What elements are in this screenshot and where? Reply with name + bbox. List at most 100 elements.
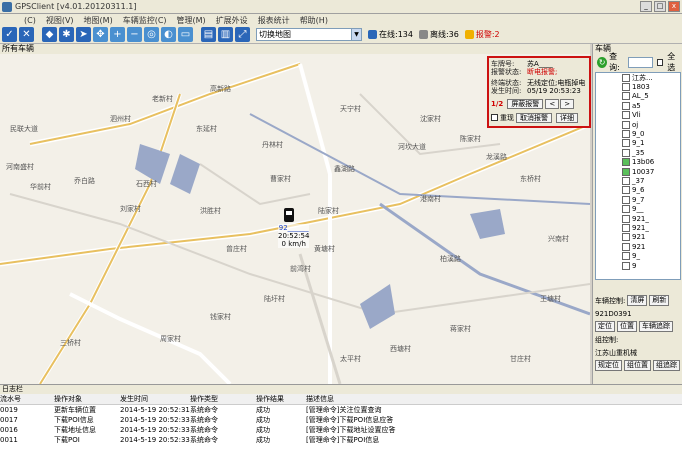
- minimize-button[interactable]: _: [640, 1, 652, 12]
- toolbar: ✓ ✕ ◆ ✱ ➤ ✥ + − ◎ ◐ ▭ ▤ ▥ ⤢ 切换地图 ▼ 在线:13…: [0, 26, 682, 44]
- map-label: 陆圩村: [264, 295, 285, 303]
- vehicle-tree-item[interactable]: 921: [596, 242, 680, 251]
- mask-alarm-button[interactable]: 屏蔽报警: [507, 98, 544, 109]
- log-cell: [管理命令]下载POI信息: [306, 436, 380, 444]
- map-label: 东桥村: [520, 175, 541, 183]
- refresh-button[interactable]: 刷新: [649, 295, 670, 306]
- select-all-label: 全选: [667, 52, 676, 72]
- vehicle-tree-item[interactable]: 1803: [596, 82, 680, 92]
- vehicle-icon: [622, 261, 630, 270]
- move-icon[interactable]: ✥: [93, 27, 108, 42]
- vehicle-tree-item[interactable]: 江苏...: [596, 73, 680, 82]
- vehicle-tree-item[interactable]: 9_7: [596, 195, 680, 204]
- pointer-icon[interactable]: ➤: [76, 27, 91, 42]
- map-switch-select[interactable]: 切换地图 ▼: [256, 28, 362, 41]
- next-alarm-button[interactable]: >: [560, 98, 575, 109]
- vehicle-tree-item[interactable]: 921_: [596, 214, 680, 223]
- query-input[interactable]: [628, 56, 653, 68]
- map-label: 华前村: [30, 183, 51, 191]
- group-position-button[interactable]: 组位置: [624, 360, 651, 371]
- query-label: 查询:: [609, 52, 620, 72]
- offline-count[interactable]: 离线:36: [418, 29, 459, 40]
- vehicle-marker-icon[interactable]: [284, 208, 294, 222]
- vehicle-tree-item[interactable]: AL_5: [596, 92, 680, 101]
- refresh-icon[interactable]: ↻: [597, 56, 608, 68]
- offline-icon: [418, 30, 428, 39]
- map-label: 高新路: [210, 85, 231, 93]
- cancel-alarm-button[interactable]: 取消报警: [516, 112, 552, 123]
- vehicle-tree-item[interactable]: 10037: [596, 167, 680, 176]
- vehicle-tree[interactable]: 江苏... 1803 AL_5 a5 Vli oj 9_0 9_1 _35 13b06 10037 _…: [595, 72, 681, 280]
- connect-icon[interactable]: ✓: [2, 27, 17, 42]
- vehicle-icon: [622, 158, 630, 167]
- vehicle-tree-item[interactable]: _35: [596, 148, 680, 157]
- prev-alarm-button[interactable]: <: [545, 98, 560, 109]
- search-icon[interactable]: ◎: [144, 27, 159, 42]
- log-cell: 成功: [256, 436, 270, 444]
- printer-icon[interactable]: ▥: [218, 27, 233, 42]
- map-label: 鑫湖路: [334, 165, 355, 173]
- alarm-count[interactable]: 报警:2: [464, 29, 500, 40]
- globe-icon[interactable]: ◐: [161, 27, 176, 42]
- menu-help[interactable]: 帮助(H): [300, 15, 328, 26]
- plate-label: 车牌号:: [491, 60, 515, 68]
- log-cell: 成功: [256, 416, 270, 424]
- group-track-button[interactable]: 组追踪: [653, 360, 680, 371]
- vehicle-tree-item[interactable]: a5: [596, 101, 680, 110]
- shield-icon[interactable]: ◆: [42, 27, 57, 42]
- menu-map[interactable]: 地图(M): [84, 15, 113, 26]
- alarm-status-value: 断电报警;: [527, 68, 558, 76]
- vehicle-icon: [622, 167, 630, 176]
- map-label: 港南村: [420, 195, 441, 203]
- vehicle-tree-item[interactable]: 921_: [596, 223, 680, 232]
- measure-icon[interactable]: ▭: [178, 27, 193, 42]
- menu-manage[interactable]: 管理(M): [177, 15, 206, 26]
- log-panel: 日志栏 流水号 操作对象 发生时间 操作类型 操作结果 描述信息 0019 更新车…: [0, 384, 682, 455]
- vehicle-control-panel: 车辆控制: 清屏 刷新 921D0391 定位 位置 车辆追踪 组控制: 江苏山…: [595, 294, 682, 372]
- menu-reports[interactable]: 报表统计: [258, 15, 290, 26]
- bus-icon[interactable]: ▤: [201, 27, 216, 42]
- repeat-checkbox[interactable]: [491, 114, 498, 121]
- group-locate-button[interactable]: 规定位: [595, 360, 622, 371]
- vehicle-icon: [622, 148, 630, 157]
- map-tab[interactable]: 所有车辆: [0, 44, 590, 54]
- detail-button[interactable]: 详细: [556, 112, 578, 123]
- vehicle-tree-item[interactable]: oj: [596, 120, 680, 129]
- locate-button[interactable]: 定位: [595, 321, 615, 332]
- log-row[interactable]: 0011 下载POI 2014-5-19 20:52:33 系统命令 成功 [管理命令]下…: [0, 435, 682, 445]
- gear-icon[interactable]: ✱: [59, 27, 74, 42]
- vehicle-tree-item[interactable]: 9_: [596, 251, 680, 261]
- zoom-in-icon[interactable]: +: [110, 27, 125, 42]
- vehicle-icon: [622, 214, 630, 223]
- select-all-checkbox[interactable]: [656, 58, 664, 66]
- close-button[interactable]: x: [668, 1, 680, 12]
- online-count[interactable]: 在线:134: [368, 29, 413, 40]
- log-row[interactable]: 0017 下载POI信息 2014-5-19 20:52:33 系统命令 成功 [管理命令…: [0, 415, 682, 425]
- vehicle-tree-item[interactable]: 13b06: [596, 158, 680, 167]
- clear-screen-button[interactable]: 清屏: [627, 295, 648, 306]
- vehicle-tree-item[interactable]: 9_6: [596, 186, 680, 195]
- log-header: 操作结果: [256, 394, 306, 405]
- position-button[interactable]: 位置: [617, 321, 637, 332]
- log-row[interactable]: 0016 下载地址信息 2014-5-19 20:52:33 系统命令 成功 [管理命令]…: [0, 425, 682, 435]
- map-label: 河坎大道: [398, 143, 426, 151]
- vehicle-tree-item[interactable]: 921: [596, 233, 680, 242]
- menu-peripherals[interactable]: 扩展外设: [216, 15, 248, 26]
- track-button[interactable]: 车辆追踪: [639, 321, 673, 332]
- vehicle-icon: [622, 130, 630, 139]
- menu-view[interactable]: 视图(V): [46, 15, 74, 26]
- vehicle-tree-item[interactable]: Vli: [596, 111, 680, 120]
- zoom-out-icon[interactable]: −: [127, 27, 142, 42]
- vehicle-tree-item[interactable]: 9_1: [596, 139, 680, 148]
- maximize-button[interactable]: □: [654, 1, 666, 12]
- fullscreen-icon[interactable]: ⤢: [235, 27, 250, 42]
- vehicle-tree-item[interactable]: 9_0: [596, 129, 680, 139]
- disconnect-icon[interactable]: ✕: [19, 27, 34, 42]
- vehicle-icon: [622, 195, 630, 204]
- menu-monitor[interactable]: 车辆监控(C): [123, 15, 167, 26]
- log-row[interactable]: 0019 更新车辆位置 2014-5-19 20:52:31 系统命令 成功 [管理命令]…: [0, 405, 682, 416]
- vehicle-tree-item[interactable]: 9__: [596, 204, 680, 214]
- vehicle-tree-item[interactable]: _37: [596, 176, 680, 185]
- menu-item[interactable]: (C): [24, 16, 36, 25]
- vehicle-tree-item[interactable]: 9: [596, 261, 680, 270]
